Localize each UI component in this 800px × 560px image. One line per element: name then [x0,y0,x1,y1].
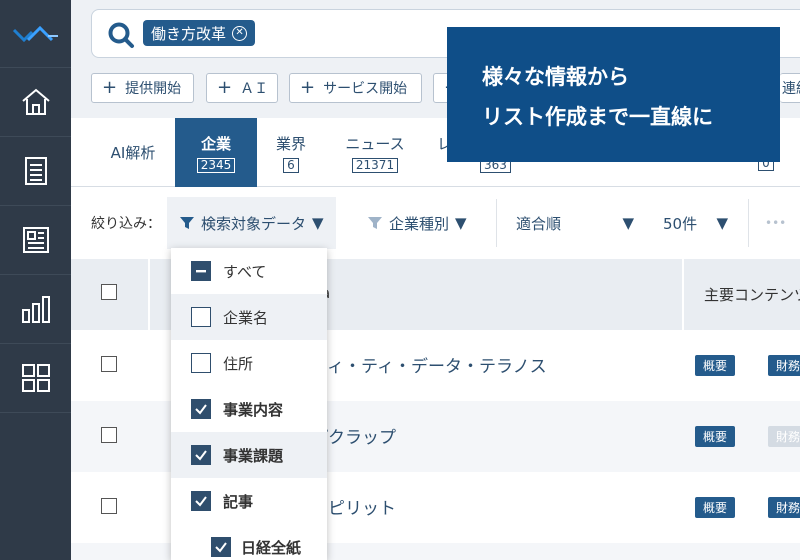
tab-ai-analysis[interactable]: AI解析 [91,118,175,187]
close-icon[interactable]: ✕ [232,25,248,41]
checkbox-checked-icon [191,399,211,419]
home-icon [21,88,50,115]
badge-overview[interactable]: 概要 [695,497,736,518]
plus-icon: + [102,77,118,98]
checkbox-empty-icon [191,307,211,327]
badge-finance[interactable]: 財務 [768,497,800,518]
target-data-dropdown: すべて 企業名 住所 事業内容 事業課題 記事 日経全紙 [171,248,327,560]
nav-list[interactable] [0,137,71,206]
sort-select[interactable]: 適合順 ▼ [516,197,634,249]
checkbox-empty-icon [191,353,211,373]
sidebar [0,0,71,560]
divider [496,199,497,247]
option-label: 記事 [223,492,254,511]
option-label: 日経全紙 [241,538,302,557]
tag-button-5[interactable]: 連結 [780,73,800,103]
checkbox-checked-icon [191,491,211,511]
nav-analytics[interactable] [0,275,71,344]
tag-button-1[interactable]: + 提供開始 [91,73,194,103]
chip-label: 働き方改革 [151,24,227,43]
option-label: 事業内容 [223,400,284,419]
tag-button-3[interactable]: + サービス開始 [289,73,422,103]
option-all[interactable]: すべて [171,248,327,294]
bar-chart-icon [21,296,50,323]
checkbox-indeterminate-icon [191,261,211,281]
tab-companies[interactable]: 企業 2345 [175,118,257,187]
checkbox-checked-icon [211,537,231,557]
option-business-description[interactable]: 事業内容 [171,386,327,432]
option-address[interactable]: 住所 [171,340,327,386]
plus-icon: + [217,77,233,98]
filter-company-type-button[interactable]: 企業種別 ▼ [367,197,467,249]
select-all-checkbox[interactable] [101,284,117,300]
more-icon: ••• [765,216,787,230]
newspaper-icon [22,227,49,253]
option-business-issues[interactable]: 事業課題 [171,432,327,478]
option-label: すべて [223,262,267,281]
tag-label: 提供開始 [125,81,182,97]
tab-industries[interactable]: 業界 6 [257,118,325,187]
tab-label: 企業 [200,134,231,153]
chevron-down-icon: ▼ [455,214,467,232]
nav-news[interactable] [0,206,71,275]
per-page-label: 50件 [663,214,698,233]
tab-news[interactable]: ニュース 21371 [325,118,425,187]
filter-company-type-label: 企業種別 [389,214,450,233]
badge-finance: 財務 [768,426,800,447]
tag-label: サービス開始 [323,81,408,97]
promo-line-1: 様々な情報から [482,65,629,89]
column-separator [148,259,150,330]
promo-line-2: リスト作成まで一直線に [482,105,713,129]
badge-overview[interactable]: 概要 [695,355,736,376]
chevron-down-icon: ▼ [312,214,324,232]
search-icon [108,22,134,48]
nav-home[interactable] [0,68,71,137]
option-label: 住所 [223,354,254,373]
tab-count: 6 [283,157,299,173]
grid-icon [21,364,50,392]
chevron-down-icon: ▼ [716,214,728,232]
row-checkbox[interactable] [101,427,117,443]
option-label: 事業課題 [223,446,284,465]
sort-label: 適合順 [516,214,562,233]
option-label: 企業名 [223,308,269,327]
badge-overview[interactable]: 概要 [695,426,736,447]
filter-icon [180,217,194,229]
nav-apps[interactable] [0,344,71,413]
tag-label: 連結 [782,81,800,97]
option-articles[interactable]: 記事 [171,478,327,524]
chevron-down-icon: ▼ [622,214,634,232]
search-keyword-chip[interactable]: 働き方改革 ✕ [143,20,256,46]
per-page-select[interactable]: 50件 ▼ [663,197,728,249]
option-company-name[interactable]: 企業名 [171,294,327,340]
filter-target-data-button[interactable]: 検索対象データ ▼ [167,197,336,249]
company-name-link[interactable]: ティ・ティ・データ・テラノス [311,352,547,377]
filter-target-label: 検索対象データ [201,214,307,233]
tag-button-2[interactable]: + ＡＩ [206,73,278,103]
tab-label: ニュース [345,134,405,153]
badge-finance[interactable]: 財務 [768,355,800,376]
column-separator [682,259,684,330]
tab-label: 業界 [275,134,306,153]
row-checkbox[interactable] [101,356,117,372]
promo-banner: 様々な情報から リスト作成まで一直線に [447,27,780,162]
more-options-button[interactable]: ••• [765,197,786,249]
filter-label: 絞り込み： [91,216,161,232]
plus-icon: + [300,77,316,98]
tab-count: 2345 [196,157,236,173]
document-list-icon [24,157,47,185]
app-logo[interactable] [0,0,71,68]
row-checkbox[interactable] [101,498,117,514]
logo-icon [12,25,58,42]
tab-count: 21371 [351,157,399,173]
divider [748,199,749,247]
option-nikkei-all-papers[interactable]: 日経全紙 [171,524,327,560]
filter-icon [368,217,382,229]
column-header-contents[interactable]: 主要コンテンツ [704,284,800,305]
tag-label: ＡＩ [240,81,269,97]
tab-label: AI解析 [110,144,156,162]
checkbox-checked-icon [191,445,211,465]
